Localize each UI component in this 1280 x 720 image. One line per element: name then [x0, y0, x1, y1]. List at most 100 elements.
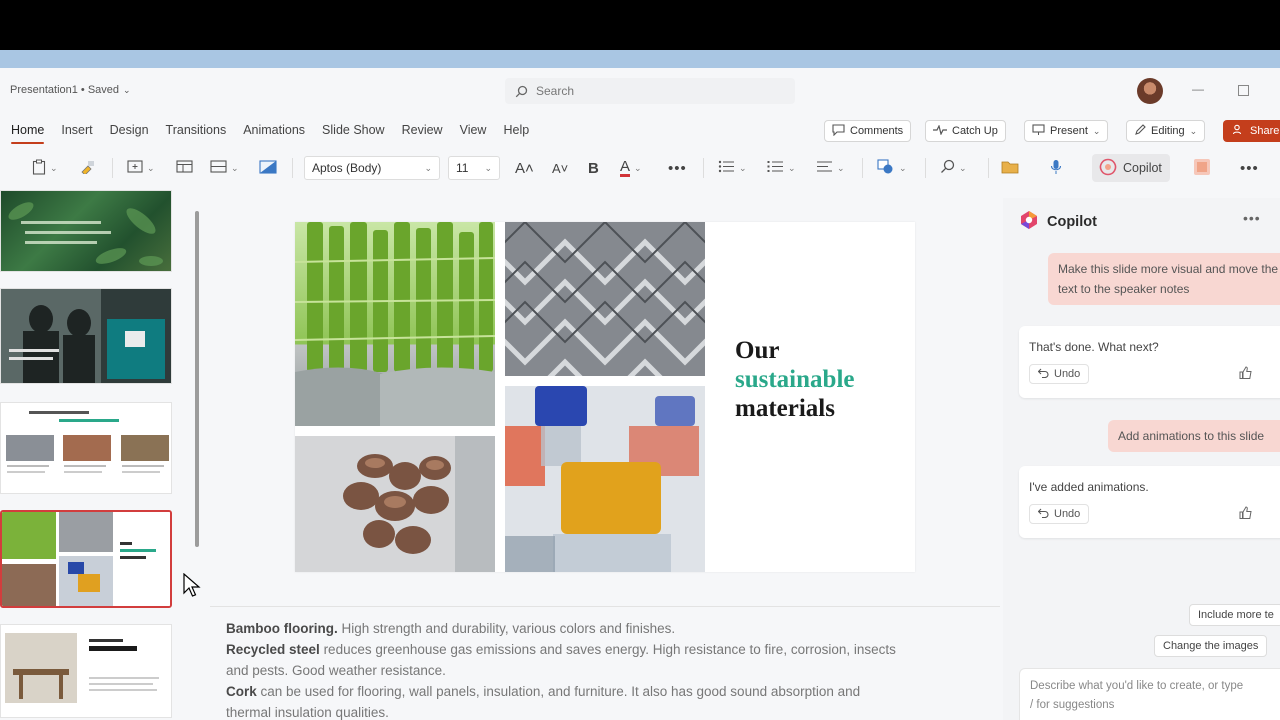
undo-button[interactable]: Undo [1029, 504, 1090, 524]
maximize-button[interactable] [1238, 85, 1249, 96]
clipboard-icon [32, 159, 46, 178]
paste-button[interactable]: ⌄ [32, 157, 58, 179]
document-title[interactable]: Presentation1 • Saved ⌄ [10, 84, 131, 96]
powerpoint-window: Presentation1 • Saved ⌄ Search — Home Ins… [0, 68, 1280, 720]
slide-title[interactable]: Our sustainable materials [735, 336, 854, 423]
suggestion-chip-2[interactable]: Change the images [1154, 635, 1268, 657]
folder-icon [1001, 160, 1019, 177]
copilot-more-options[interactable]: ••• [1243, 210, 1261, 226]
increase-font-size-button[interactable]: A˄ [515, 157, 534, 179]
font-color-button[interactable]: A ⌄ [620, 157, 642, 179]
decrease-font-size-button[interactable]: A˅ [552, 157, 568, 179]
tab-home[interactable]: Home [11, 120, 45, 144]
tab-slide-show[interactable]: Slide Show [322, 120, 385, 144]
decrease-font-icon: A˅ [552, 160, 569, 176]
search-icon [940, 159, 955, 177]
copilot-reply-2: I've added animations. Undo [1019, 466, 1280, 538]
sections-button[interactable]: ⌄ [210, 157, 239, 179]
thumbnails-scrollbar[interactable] [195, 211, 199, 547]
share-button[interactable]: Share [1223, 120, 1280, 142]
comments-label: Comments [850, 125, 904, 137]
cork-photo[interactable] [295, 436, 495, 572]
slide-canvas[interactable]: Our sustainable materials [295, 222, 915, 572]
chevron-down-icon: ⌄ [231, 162, 239, 173]
numbered-list-icon [767, 160, 784, 176]
new-slide-button[interactable]: ⌄ [127, 157, 155, 179]
minimize-button[interactable]: — [1192, 82, 1204, 96]
font-family-select[interactable]: Aptos (Body) ⌄ [304, 156, 440, 180]
chevron-down-icon: ⌄ [837, 162, 845, 173]
comment-icon [832, 123, 845, 139]
notes-term-steel: Recycled steel [226, 642, 320, 657]
new-slide-icon [127, 160, 143, 176]
user-avatar[interactable] [1137, 78, 1163, 104]
copilot-reply-1-text: That's done. What next? [1029, 340, 1159, 354]
numbering-button[interactable]: ⌄ [767, 157, 796, 179]
tab-animations[interactable]: Animations [243, 120, 305, 144]
tab-design[interactable]: Design [110, 120, 149, 144]
dictate-button[interactable] [1050, 157, 1062, 179]
people-cards-image [1, 403, 171, 493]
undo-icon [1037, 508, 1049, 521]
align-button[interactable]: ⌄ [816, 157, 845, 179]
thumbs-up-icon[interactable] [1239, 366, 1253, 385]
undo-label: Undo [1054, 508, 1081, 520]
prompt-placeholder-line-1: Describe what you'd like to create, or t… [1030, 680, 1244, 692]
tab-view[interactable]: View [460, 120, 487, 144]
chevron-down-icon: ⌄ [147, 162, 155, 173]
copilot-pane: Copilot ••• Make this slide more visual … [1003, 198, 1280, 720]
slide-thumbnail-5[interactable] [0, 624, 172, 718]
slide-thumbnail-2[interactable] [0, 288, 172, 384]
bullets-button[interactable]: ⌄ [718, 157, 747, 179]
speaker-notes[interactable]: Bamboo flooring. High strength and durab… [210, 606, 1000, 720]
chevron-down-icon: ⌄ [484, 162, 492, 173]
more-options-button[interactable]: ••• [1240, 157, 1259, 179]
copilot-pane-header: Copilot [1019, 210, 1097, 234]
copilot-prompt-input[interactable]: Describe what you'd like to create, or t… [1019, 668, 1280, 720]
copilot-logo-icon [1019, 210, 1039, 234]
toolbar-divider [988, 158, 989, 178]
suggestion-chip-1[interactable]: Include more te [1189, 604, 1280, 626]
search-icon [515, 85, 528, 98]
slide-layout-button[interactable] [176, 157, 193, 179]
copilot-reply-2-text: I've added animations. [1029, 480, 1149, 494]
tab-help[interactable]: Help [503, 120, 529, 144]
editing-mode-button[interactable]: Editing ⌄ [1126, 120, 1206, 142]
shape-fill-button[interactable] [259, 157, 277, 179]
chevron-down-icon: ⌄ [1189, 125, 1198, 136]
bold-icon: B [588, 159, 599, 177]
slide-thumbnail-4-selected[interactable] [0, 510, 172, 608]
present-button[interactable]: Present ⌄ [1024, 120, 1109, 142]
bamboo-photo[interactable] [295, 222, 495, 426]
tab-insert[interactable]: Insert [61, 120, 92, 144]
shapes-button[interactable]: ⌄ [877, 157, 907, 179]
more-icon: ••• [668, 159, 687, 177]
copilot-ribbon-button[interactable]: Copilot [1092, 154, 1170, 182]
chevron-down-icon: ⌄ [424, 162, 432, 173]
toolbar-divider [112, 158, 113, 178]
bold-button[interactable]: B [588, 157, 599, 179]
open-folder-button[interactable] [1001, 157, 1019, 179]
tab-transitions[interactable]: Transitions [166, 120, 227, 144]
user-message-2: Add animations to this slide [1108, 420, 1280, 452]
slide-thumbnail-1[interactable] [0, 190, 172, 272]
chevron-down-icon: ⌄ [739, 162, 747, 173]
format-painter-button[interactable] [80, 157, 96, 179]
more-font-options-button[interactable]: ••• [668, 157, 687, 179]
undo-button[interactable]: Undo [1029, 364, 1090, 384]
comments-button[interactable]: Comments [824, 120, 912, 142]
thumbs-up-icon[interactable] [1239, 506, 1253, 525]
bottle-caps-photo[interactable] [505, 386, 705, 572]
steel-mesh-photo[interactable] [505, 222, 705, 376]
tab-review[interactable]: Review [402, 120, 443, 144]
notes-line-1-text: High strength and durability, various co… [337, 621, 676, 636]
align-icon [816, 160, 833, 176]
find-button[interactable]: ⌄ [940, 157, 967, 179]
notes-term-cork: Cork [226, 684, 257, 699]
font-size-select[interactable]: 11 ⌄ [448, 156, 500, 180]
designer-button[interactable] [1193, 157, 1211, 179]
slide-thumbnail-3[interactable] [0, 402, 172, 494]
catch-up-button[interactable]: Catch Up [925, 120, 1006, 142]
search-box[interactable]: Search [505, 78, 795, 104]
font-family-value: Aptos (Body) [312, 161, 382, 175]
